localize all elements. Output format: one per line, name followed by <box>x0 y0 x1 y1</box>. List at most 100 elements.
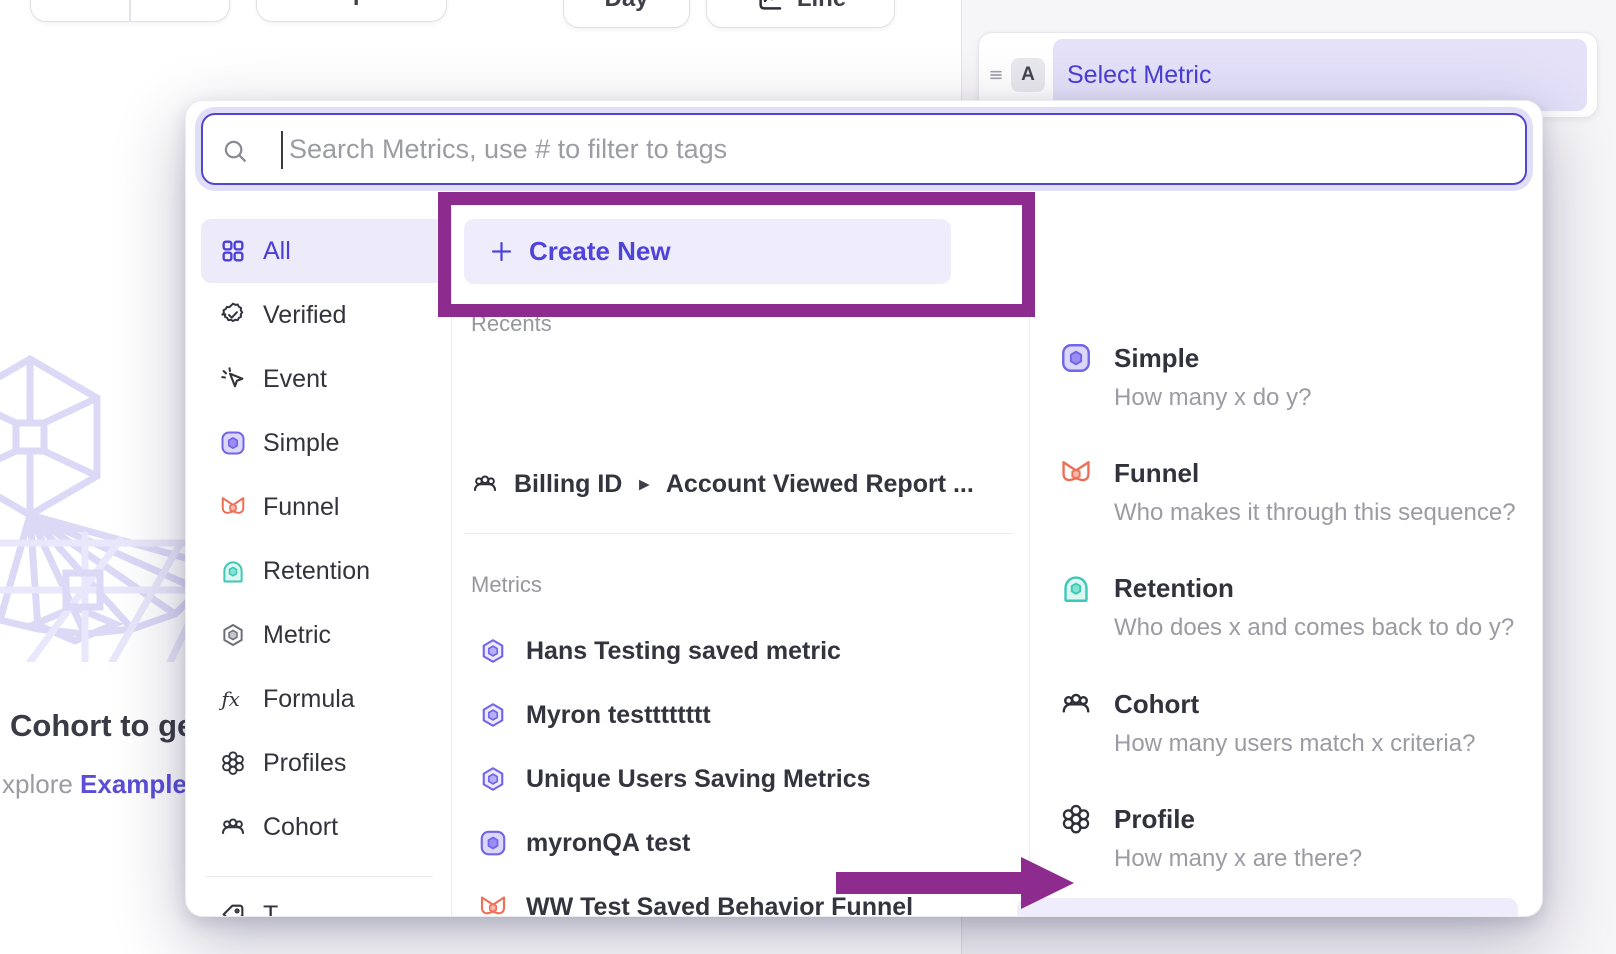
sidebar-item[interactable]: Retention <box>201 539 449 603</box>
saved-metric-row[interactable]: myronQA test <box>456 811 1029 875</box>
chevron-down-icon <box>198 0 216 2</box>
annotation-arrow-head <box>1021 857 1074 909</box>
metric-type-icon <box>1059 456 1093 490</box>
sidebar-item-label: Event <box>263 365 327 394</box>
drag-handle-icon[interactable] <box>986 65 1006 85</box>
sidebar-item[interactable]: Cohort <box>201 795 449 859</box>
metrics-heading: Metrics <box>471 572 542 598</box>
metric-type-option[interactable]: Retention Who does x and comes back to d… <box>1029 571 1543 661</box>
recent-item-billing[interactable]: Billing ID ▸ Account Viewed Report ... <box>471 459 974 509</box>
sidebar-item[interactable]: Event <box>201 347 449 411</box>
metric-type-icon <box>1059 341 1093 375</box>
metric-type-icon <box>478 828 508 858</box>
saved-metric-row[interactable]: Unique Users Saving Metrics <box>456 747 1029 811</box>
wireframe-illustration <box>0 322 210 662</box>
metric-type-icon <box>1059 571 1093 605</box>
range-ytd-button[interactable]: YTD <box>131 0 229 7</box>
sidebar-item-icon <box>219 813 247 841</box>
saved-metric-label: WW Test Saved Behavior Funnel <box>526 893 913 918</box>
compare-button[interactable]: Compare <box>256 0 447 22</box>
series-a-badge: A <box>1011 58 1045 92</box>
search-icon <box>221 137 249 165</box>
recent-item-target: Account Viewed Report ... <box>666 470 974 499</box>
sidebar-item-icon <box>219 621 247 649</box>
metric-type-option[interactable]: Funnel Who makes it through this sequenc… <box>1029 456 1543 546</box>
sidebar-item[interactable]: Formula <box>201 667 449 731</box>
sidebar-item-label: Profiles <box>263 749 346 778</box>
granularity-day-button[interactable]: Day <box>563 0 690 28</box>
annotation-arrow <box>836 872 1022 894</box>
metric-type-description: How many x are there? <box>1114 845 1362 873</box>
sidebar-item-icon <box>219 493 247 521</box>
sidebar-item[interactable]: All <box>201 219 449 283</box>
metric-type-icon <box>1059 687 1093 721</box>
section-divider <box>464 533 1014 534</box>
saved-metric-label: Myron testttttttt <box>526 701 711 730</box>
metric-type-title: Simple <box>1114 341 1199 375</box>
metric-types-column: Simple How many x do y? Funnel Who makes… <box>1029 201 1543 917</box>
metric-type-description: Who makes it through this sequence? <box>1114 499 1516 527</box>
example-reports-link[interactable]: Example <box>80 769 187 799</box>
metric-type-option[interactable]: Cohort How many users match x criteria? <box>1029 687 1543 777</box>
annotation-box-create-new <box>438 192 1035 317</box>
saved-metric-row[interactable]: Hans Testing saved metric <box>456 619 1029 683</box>
category-sidebar: All Verified Event Simple Funnel Retenti… <box>201 219 449 917</box>
date-range-control[interactable]: 12M YTD <box>30 0 230 22</box>
range-12m-button[interactable]: 12M <box>31 0 129 7</box>
metric-type-icon <box>1059 802 1093 836</box>
sidebar-item-label: Simple <box>263 429 339 458</box>
metric-type-icon <box>478 764 508 794</box>
breadcrumb-arrow: ▸ <box>637 473 651 496</box>
sidebar-item[interactable]: Funnel <box>201 475 449 539</box>
empty-state-subline: xplore Example <box>2 769 187 800</box>
recent-item-name: Billing ID <box>514 470 622 499</box>
sidebar-item[interactable]: Profiles <box>201 731 449 795</box>
metric-type-option[interactable]: Simple How many x do y? <box>1029 341 1543 431</box>
sidebar-item-label: Cohort <box>263 813 338 842</box>
metric-type-option[interactable]: Profile How many x are there? <box>1029 802 1543 892</box>
sidebar-item-icon <box>219 301 247 329</box>
sidebar-item-label: Formula <box>263 685 355 714</box>
metric-type-icon <box>478 636 508 666</box>
sidebar-item-label: Funnel <box>263 493 339 522</box>
metric-type-icon <box>478 700 508 730</box>
sidebar-item-icon <box>219 557 247 585</box>
custom-event-highlight <box>1017 898 1518 917</box>
metric-type-description: How many users match x criteria? <box>1114 730 1475 758</box>
metric-type-description: Who does x and comes back to do y? <box>1114 614 1514 642</box>
metric-search <box>201 113 1527 185</box>
sidebar-item-label: All <box>263 237 291 266</box>
text-cursor <box>281 131 283 169</box>
saved-metric-label: Unique Users Saving Metrics <box>526 765 871 794</box>
explore-text-fragment: xplore <box>2 769 80 799</box>
metric-type-title: Cohort <box>1114 687 1199 721</box>
sidebar-item[interactable]: Verified <box>201 283 449 347</box>
sidebar-item-icon <box>219 685 247 713</box>
sidebar-item-icon <box>219 237 247 265</box>
sidebar-item-icon <box>219 365 247 393</box>
search-input[interactable] <box>289 115 1509 183</box>
sidebar-item-label: T <box>263 901 278 918</box>
sidebar-item-label: Verified <box>263 301 346 330</box>
saved-metric-row[interactable]: Myron testttttttt <box>456 683 1029 747</box>
sidebar-item[interactable]: Simple <box>201 411 449 475</box>
metric-type-title: Funnel <box>1114 456 1199 490</box>
sidebar-item-icon <box>219 429 247 457</box>
sidebar-item[interactable]: Metric <box>201 603 449 667</box>
sidebar-item-label: Metric <box>263 621 331 650</box>
metric-type-title: Profile <box>1114 802 1195 836</box>
sidebar-item-icon <box>219 749 247 777</box>
line-chart-icon <box>755 0 785 14</box>
empty-state-headline-fragment: Cohort to ge <box>10 708 194 744</box>
chart-type-line-button[interactable]: Line <box>706 0 895 28</box>
sidebar-bottom-divider <box>205 876 433 877</box>
cohort-icon <box>471 470 499 498</box>
metric-type-description: How many x do y? <box>1114 384 1311 412</box>
saved-metric-label: Hans Testing saved metric <box>526 637 841 666</box>
metric-type-icon <box>478 892 508 917</box>
sidebar-item-partial[interactable]: T <box>201 883 449 917</box>
tag-icon <box>219 901 247 917</box>
metric-type-title: Retention <box>1114 571 1234 605</box>
sidebar-item-label: Retention <box>263 557 370 586</box>
saved-metric-label: myronQA test <box>526 829 690 858</box>
